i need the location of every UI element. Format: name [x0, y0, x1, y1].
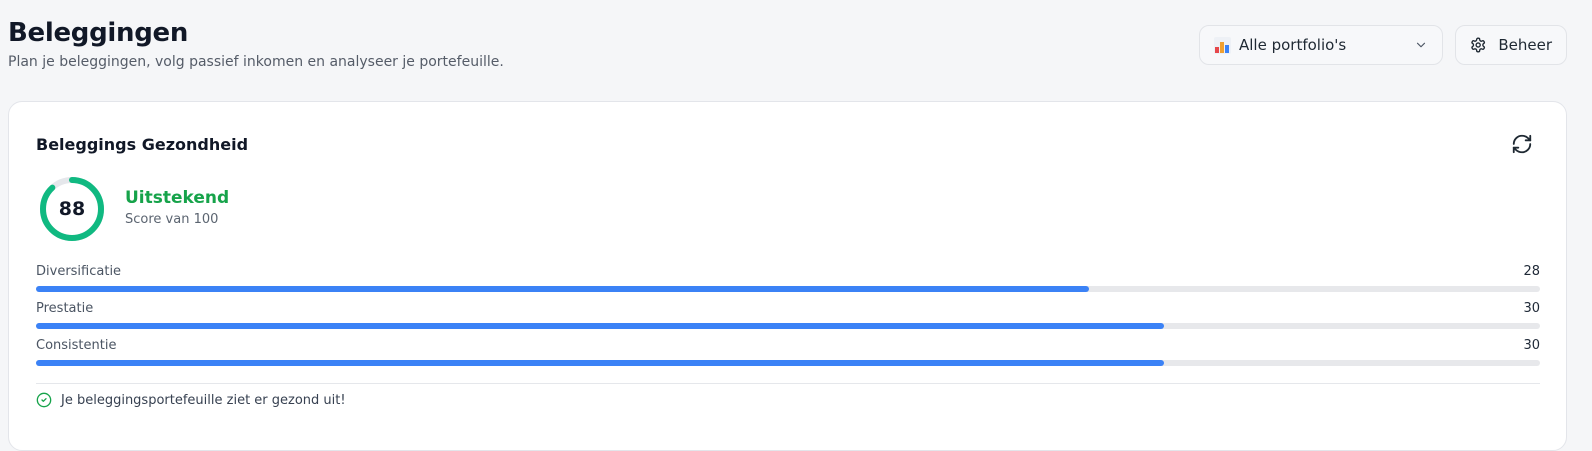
card-title: Beleggings Gezondheid: [36, 135, 249, 154]
refresh-icon[interactable]: [1511, 133, 1533, 155]
metric-track: [36, 286, 1540, 292]
chevron-down-icon: [1416, 42, 1426, 48]
portfolio-select-value: Alle portfolio's: [1239, 36, 1347, 54]
manage-button-label: Beheer: [1498, 36, 1552, 54]
rating-label: Uitstekend: [125, 188, 230, 208]
bar-chart-emoji-icon: [1214, 36, 1231, 54]
metric-consistency: Consistentie 30: [36, 337, 1540, 366]
metric-fill: [36, 286, 1089, 292]
investment-health-card: Beleggings Gezondheid 88 Uitstekend Scor…: [8, 101, 1567, 451]
metric-fill: [36, 323, 1164, 329]
page-title: Beleggingen: [8, 18, 189, 48]
divider: [36, 383, 1540, 384]
status-message: Je beleggingsportefeuille ziet er gezond…: [36, 392, 346, 408]
page-header: Beleggingen Plan je beleggingen, volg pa…: [8, 16, 504, 72]
portfolio-select[interactable]: Alle portfolio's: [1199, 25, 1443, 65]
metric-label: Consistentie: [36, 338, 117, 353]
score-value: 88: [58, 198, 86, 220]
metric-track: [36, 360, 1540, 366]
score-caption: Score van 100: [125, 212, 219, 227]
gear-icon: [1471, 37, 1485, 53]
metric-label: Prestatie: [36, 301, 94, 316]
metric-fill: [36, 360, 1164, 366]
page-subtitle: Plan je beleggingen, volg passief inkome…: [8, 54, 504, 70]
metric-track: [36, 323, 1540, 329]
metric-value: 30: [1523, 338, 1540, 353]
metric-diversification: Diversificatie 28: [36, 263, 1540, 292]
score-ring: 88: [38, 175, 106, 243]
manage-button[interactable]: Beheer: [1455, 25, 1567, 65]
metric-label: Diversificatie: [36, 264, 122, 279]
check-circle-icon: [36, 392, 52, 408]
metric-value: 30: [1523, 301, 1540, 316]
metric-value: 28: [1523, 264, 1540, 279]
status-text: Je beleggingsportefeuille ziet er gezond…: [61, 392, 346, 408]
metric-performance: Prestatie 30: [36, 300, 1540, 329]
